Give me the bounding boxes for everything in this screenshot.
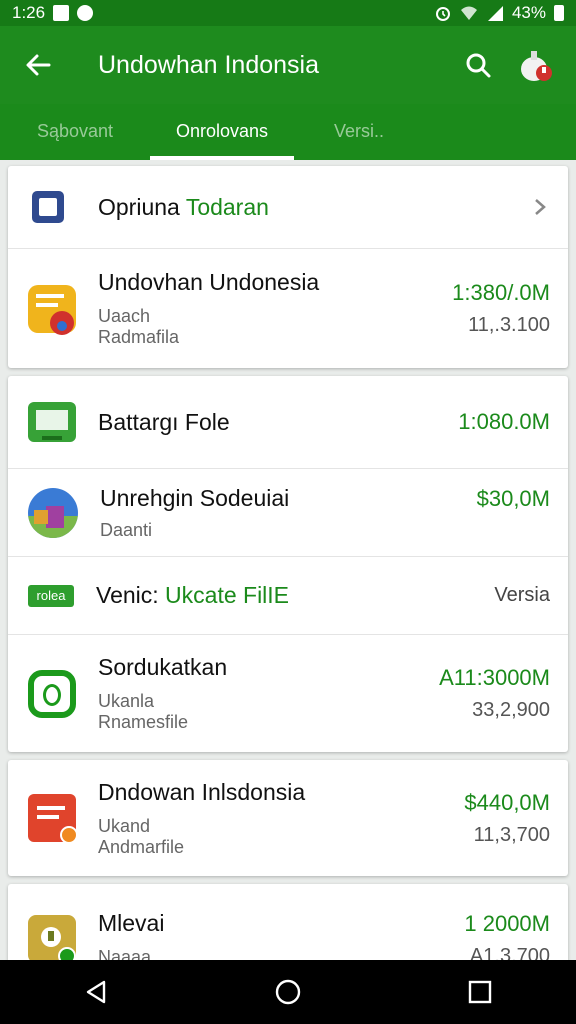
tab-versi[interactable]: Versi..	[294, 104, 424, 160]
app-menu-button[interactable]	[514, 43, 558, 87]
item-count: A1,3,700	[469, 944, 550, 961]
landscape-app-icon	[28, 487, 78, 538]
app-logo-icon	[521, 51, 552, 81]
document-app-icon	[28, 284, 76, 335]
item-size: $30,0M	[476, 485, 550, 511]
content-list: Opriuna Todaran Undovhan Undonesia Uaach…	[0, 160, 576, 960]
battery-percent: 43%	[511, 3, 546, 22]
nav-home-icon[interactable]	[274, 978, 302, 1006]
status-bar: 1:26 43%	[0, 0, 576, 26]
tab-sabovant[interactable]: Sąbovant	[0, 104, 150, 160]
option-label-highlight: Todaran	[185, 193, 269, 220]
item-sub: Uaach	[98, 306, 151, 326]
item-name: Dndowan Inlsdonsia	[98, 778, 306, 805]
nav-back-icon[interactable]	[82, 978, 110, 1006]
item-sub: Andmarfile	[98, 836, 185, 857]
search-button[interactable]	[456, 43, 500, 87]
item-size: $440,0M	[464, 789, 550, 815]
list-item[interactable]: Battargı Fole 1:080.0M	[8, 376, 568, 468]
alarm-icon	[435, 7, 450, 21]
arrow-left-icon	[26, 54, 51, 76]
item-size: 1:380/.0M	[452, 280, 550, 305]
list-card: Battargı Fole 1:080.0M Unrehgin Sodeuiai…	[8, 376, 568, 752]
item-size: A11:3000M	[439, 665, 550, 690]
item-name: Mlevai	[98, 910, 165, 936]
monitor-app-icon	[28, 402, 76, 442]
item-sub: Daanti	[100, 519, 153, 540]
item-name: Venic:	[96, 582, 166, 608]
list-item[interactable]: Dndowan Inlsdonsia Ukand Andmarfile $440…	[8, 760, 568, 876]
item-name-highlight: Ukcate FilIE	[165, 582, 290, 608]
item-sub: Naaaa	[98, 947, 152, 960]
option-row[interactable]: Opriuna Todaran	[8, 166, 568, 248]
circle-app-icon	[28, 669, 76, 718]
option-label: Opriuna	[98, 193, 186, 220]
item-name: Sordukatkan	[98, 654, 228, 680]
item-size: 1 2000M	[464, 910, 550, 936]
status-time: 1:26	[12, 3, 46, 22]
wifi-icon	[460, 6, 477, 20]
item-count: 11,.3.100	[468, 314, 550, 336]
search-icon	[466, 53, 491, 78]
options-card: Opriuna Todaran Undovhan Undonesia Uaach…	[8, 166, 568, 368]
item-size: 1:080.0M	[458, 409, 550, 434]
item-name: Undovhan Undonesia	[98, 269, 320, 295]
chevron-right-icon	[535, 199, 546, 215]
nav-recents-icon[interactable]	[466, 978, 494, 1006]
version-badge-label: rolea	[36, 587, 66, 603]
item-sub: Rnamesfile	[98, 712, 189, 732]
list-card: Mlevai Naaaa 1 2000M A1,3,700	[8, 884, 568, 960]
app-bar: Undowhan Indonsia	[0, 26, 576, 104]
list-item[interactable]: Unrehgin Sodeuiai Daanti $30,0M	[8, 468, 568, 556]
folder-icon	[32, 191, 64, 223]
back-button[interactable]	[18, 45, 58, 85]
lock-app-icon	[28, 915, 76, 960]
tab-onrolovans[interactable]: Onrolovans	[150, 104, 294, 160]
version-badge: rolea	[28, 584, 74, 607]
tab-bar: Sąbovant Onrolovans Versi..	[0, 104, 576, 160]
battery-icon	[554, 5, 564, 21]
message-app-icon	[28, 794, 78, 844]
signal-icon	[487, 6, 503, 21]
list-item[interactable]: Undovhan Undonesia Uaach Radmafila 1:380…	[8, 248, 568, 368]
item-name: Battargı Fole	[98, 408, 230, 435]
notification-icon	[53, 5, 70, 21]
list-item[interactable]: Mlevai Naaaa 1 2000M A1,3,700	[8, 884, 568, 960]
item-sub: Ukanla	[98, 691, 155, 711]
list-card: Dndowan Inlsdonsia Ukand Andmarfile $440…	[8, 760, 568, 876]
notification-icon	[77, 5, 94, 21]
list-item[interactable]: Sordukatkan Ukanla Rnamesfile A11:3000M …	[8, 634, 568, 752]
item-name: Unrehgin Sodeuiai	[100, 484, 290, 511]
item-sub: Ukand	[98, 815, 151, 836]
page-title: Undowhan Indonsia	[98, 50, 319, 79]
item-version: Versia	[494, 584, 550, 606]
item-count: 11,3,700	[473, 823, 550, 846]
list-item[interactable]: rolea Venic: Ukcate FilIE Versia	[8, 556, 568, 634]
item-count: 33,2,900	[472, 699, 550, 721]
navigation-bar	[0, 960, 576, 1024]
item-sub: Radmafila	[98, 327, 180, 347]
